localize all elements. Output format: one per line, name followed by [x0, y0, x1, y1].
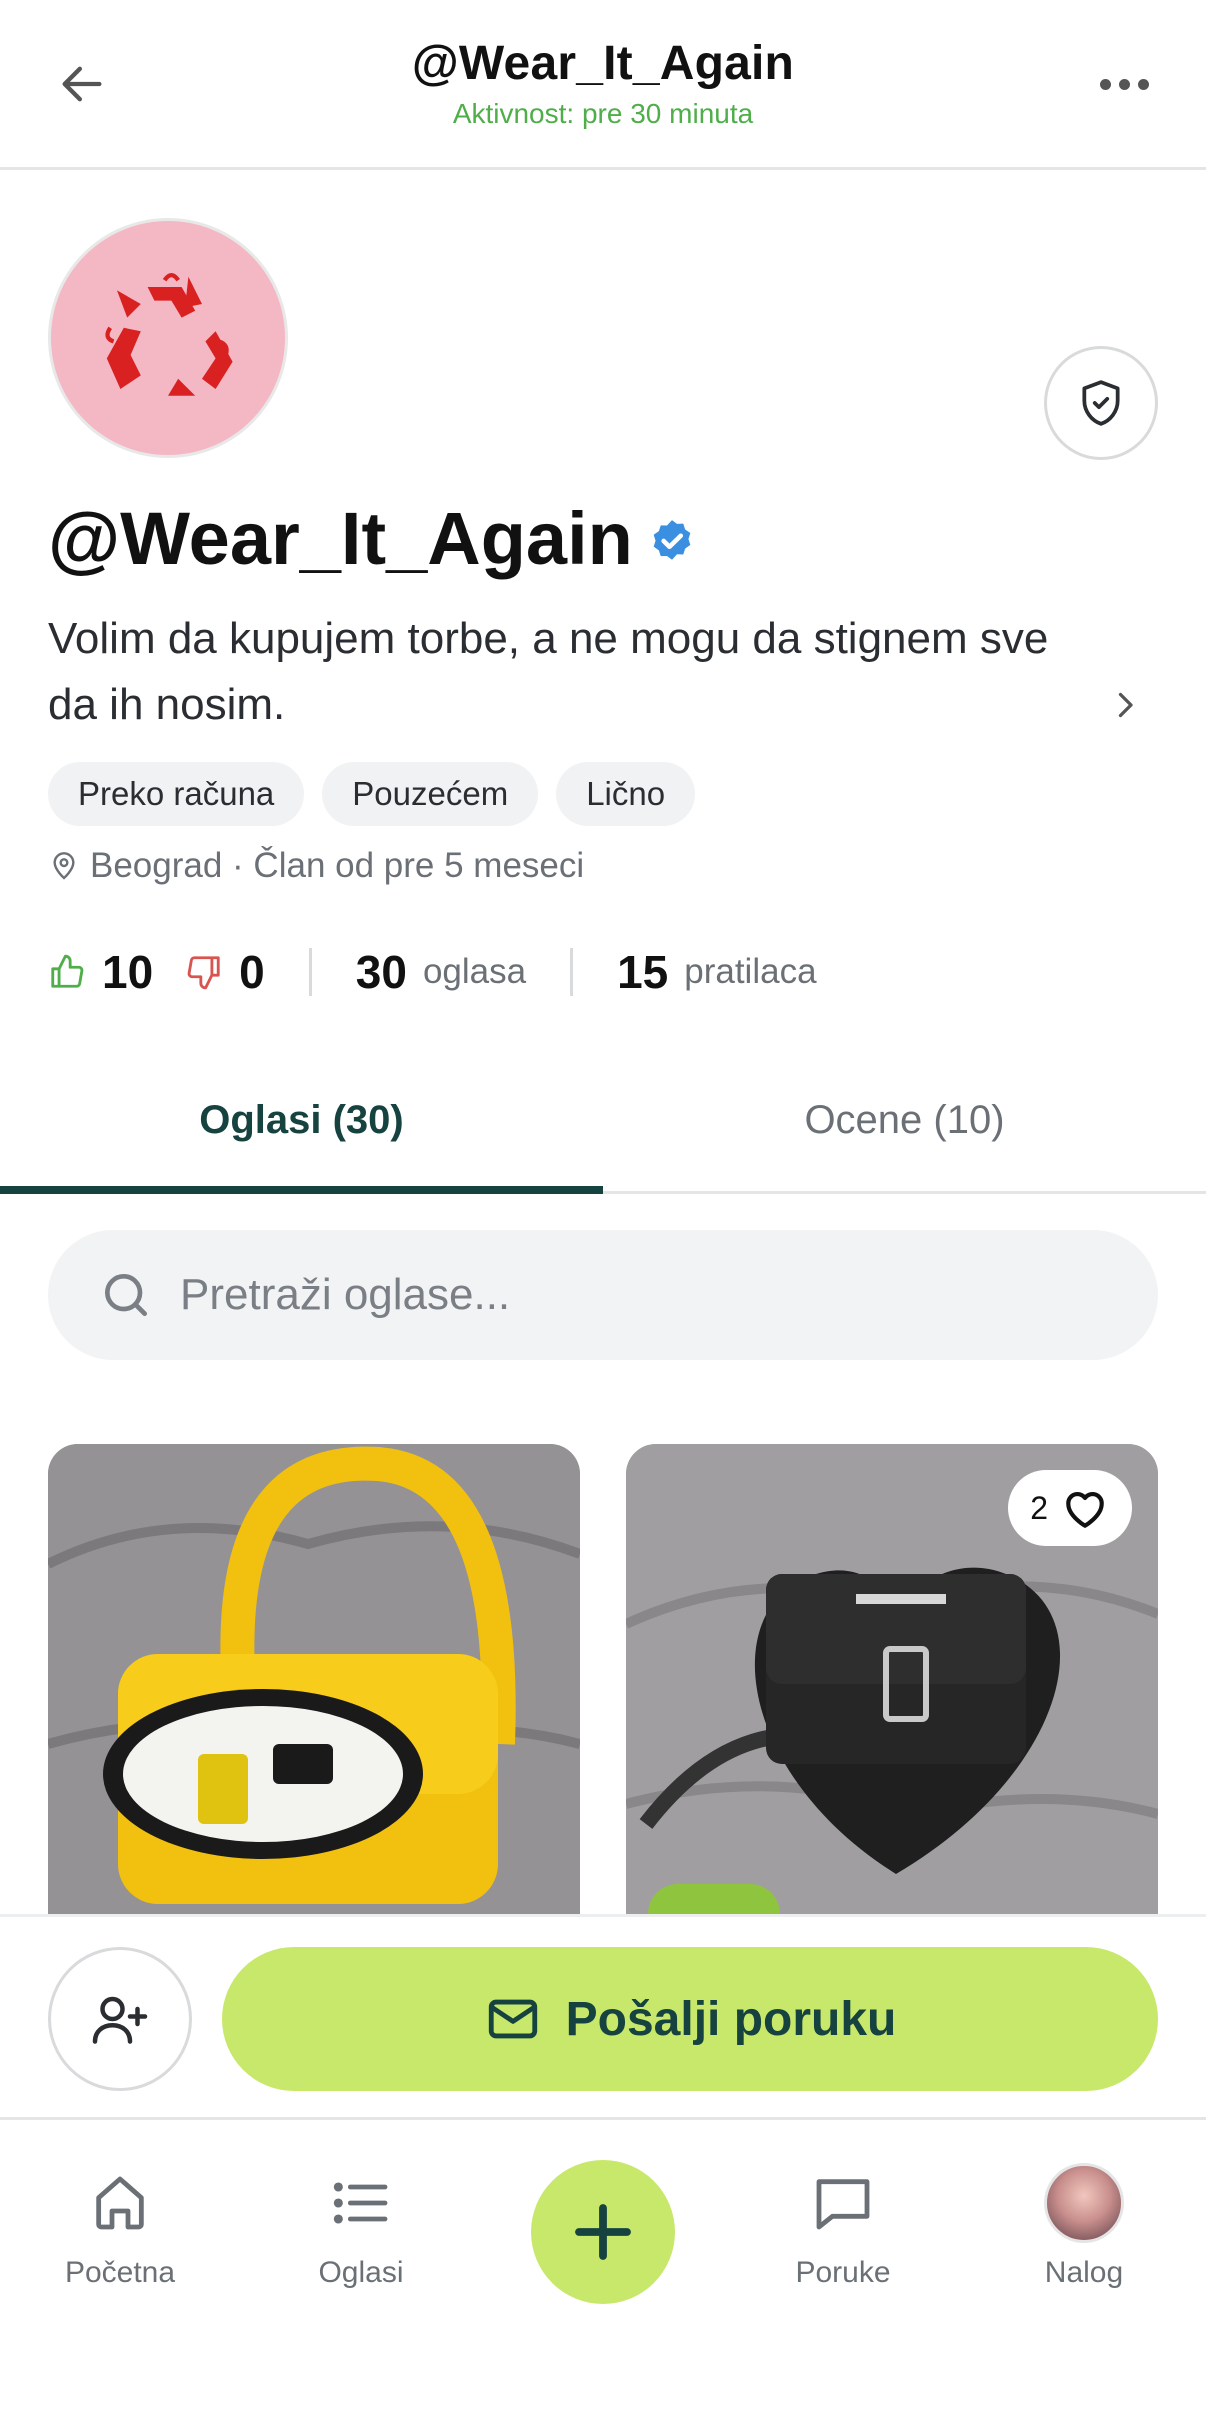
safety-shield-button[interactable] — [1044, 346, 1158, 460]
shield-check-icon — [1082, 380, 1120, 426]
yellow-bag-photo — [48, 1444, 580, 1914]
search-bar[interactable] — [48, 1230, 1158, 1360]
location-membership: Beograd · Član od pre 5 meseci — [48, 846, 584, 886]
followers-label[interactable]: pratilaca — [684, 952, 816, 992]
favorite-button[interactable]: 2 — [1008, 1470, 1132, 1546]
listing-card[interactable]: 2 — [626, 1444, 1158, 1914]
thumbs-up-icon — [51, 954, 84, 988]
header-title: @Wear_It_Again — [411, 37, 795, 90]
send-message-label: Pošalji poruku — [565, 1992, 897, 2046]
nav-account[interactable]: Nalog — [984, 2163, 1184, 2290]
send-message-button[interactable]: Pošalji poruku — [222, 1947, 1158, 2091]
payment-methods: Preko računa Pouzećem Lično — [48, 762, 696, 826]
dislikes-count: 0 — [239, 946, 265, 998]
chip-bank-transfer: Preko računa — [48, 762, 305, 826]
profile-username: @Wear_It_Again — [48, 496, 697, 581]
chip-in-person: Lično — [556, 762, 696, 826]
tab-listings[interactable]: Oglasi (30) — [0, 1064, 603, 1194]
nav-messages[interactable]: Poruke — [743, 2168, 943, 2290]
more-dot — [1099, 78, 1111, 90]
listings-label: oglasa — [422, 952, 527, 991]
nav-home[interactable]: Početna — [20, 2168, 220, 2290]
heart-icon — [1066, 1492, 1104, 1528]
home-icon — [96, 2176, 144, 2230]
more-dot — [1137, 78, 1149, 90]
location-text: Beograd · Član od pre 5 meseci — [90, 846, 585, 885]
profile-stats: 10 0 30 oglasa 15 pratilaca — [48, 940, 817, 1004]
top-bar: @Wear_It_Again Aktivnost: pre 30 minuta — [0, 0, 1206, 170]
nav-messages-label: Poruke — [795, 2256, 891, 2289]
chevron-right-icon — [1118, 692, 1133, 718]
activity-status: Aktivnost: pre 30 minuta — [452, 98, 754, 129]
username-text: @Wear_It_Again — [48, 497, 633, 580]
nav-listings-label: Oglasi — [318, 2256, 404, 2289]
nav-listings[interactable]: Oglasi — [261, 2168, 461, 2290]
stats-divider — [308, 948, 312, 996]
more-dot — [1118, 78, 1130, 90]
mail-icon — [488, 1999, 537, 2039]
add-listing-button[interactable] — [531, 2160, 675, 2304]
bio-expand-button[interactable] — [1100, 680, 1150, 730]
account-avatar — [1044, 2163, 1124, 2243]
profile-bio: Volim da kupujem torbe, a ne mogu da sti… — [48, 614, 1049, 729]
likes-count: 10 — [102, 946, 154, 998]
profile-tabs: Oglasi (30) Ocene (10) — [0, 1064, 1206, 1194]
more-options-button[interactable] — [1090, 50, 1158, 118]
profile-avatar[interactable] — [48, 218, 288, 458]
recycle-hanger-logo — [105, 273, 233, 396]
tab-reviews[interactable]: Ocene (10) — [603, 1064, 1206, 1191]
bottom-navigation: Početna Oglasi Poruke Nalog — [0, 2120, 1206, 2436]
plus-icon — [575, 2204, 631, 2260]
followers-count[interactable]: 15 — [617, 945, 668, 999]
stats-divider — [570, 948, 574, 996]
chip-cash-on-delivery: Pouzećem — [322, 762, 539, 826]
search-input[interactable] — [180, 1270, 1080, 1320]
nav-account-label: Nalog — [1044, 2256, 1124, 2289]
listing-card[interactable] — [48, 1444, 580, 1914]
verified-badge-icon — [653, 519, 691, 560]
follow-button[interactable] — [48, 1947, 192, 2091]
location-pin-icon — [53, 852, 75, 880]
nav-home-label: Početna — [64, 2256, 176, 2289]
favorites-count: 2 — [1030, 1489, 1048, 1526]
user-plus-icon — [92, 1996, 148, 2044]
action-bar: Pošalji poruku — [0, 1914, 1206, 2120]
chat-icon — [816, 2179, 870, 2230]
search-icon — [105, 1274, 148, 1316]
listings-count: 30 — [355, 946, 407, 998]
list-icon — [333, 2182, 388, 2224]
discount-badge — [648, 1884, 780, 1914]
thumbs-down-icon — [187, 956, 220, 990]
